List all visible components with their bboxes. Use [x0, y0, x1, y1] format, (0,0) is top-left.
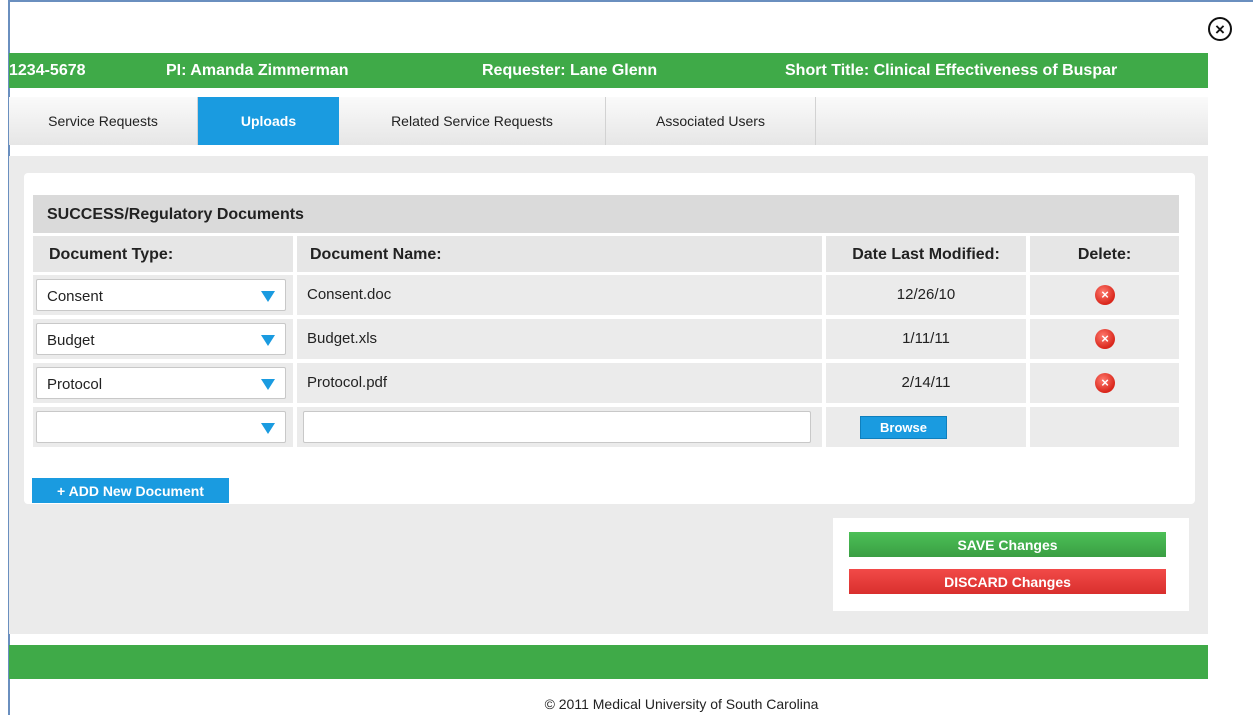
tab-uploads[interactable]: Uploads	[198, 97, 339, 145]
tab-bar: Service Requests Uploads Related Service…	[9, 97, 1208, 145]
column-header-type: Document Type:	[33, 236, 293, 272]
discard-button[interactable]: DISCARD Changes	[849, 569, 1166, 594]
add-document-button[interactable]: + ADD New Document	[32, 478, 229, 503]
column-header-delete: Delete:	[1030, 236, 1179, 272]
select-value: Budget	[47, 332, 95, 349]
select-value: Consent	[47, 288, 103, 305]
actions-card: SAVE Changes DISCARD Changes	[833, 518, 1189, 611]
date-modified: 12/26/10	[896, 286, 956, 303]
document-name: Protocol.pdf	[307, 374, 388, 391]
main-panel: SUCCESS/Regulatory Documents Document Ty…	[9, 156, 1208, 634]
document-type-select[interactable]: Budget	[36, 323, 286, 355]
short-title: Short Title: Clinical Effectiveness of B…	[785, 62, 1118, 79]
pi-name: PI: Amanda Zimmerman	[166, 62, 349, 79]
requester-name: Requester: Lane Glenn	[482, 62, 658, 79]
tab-service-requests[interactable]: Service Requests	[9, 97, 198, 145]
date-modified: 1/11/11	[902, 330, 950, 347]
table-row: Budget Budget.xls 1/11/11 ×	[24, 319, 1195, 359]
document-type-select[interactable]: Protocol	[36, 367, 286, 399]
delete-icon[interactable]: ×	[1095, 373, 1115, 393]
dropdown-arrow-icon	[261, 379, 275, 390]
document-name: Budget.xls	[307, 330, 378, 347]
documents-card: SUCCESS/Regulatory Documents Document Ty…	[24, 173, 1195, 504]
project-id: 1234-5678	[9, 62, 86, 79]
section-title: SUCCESS/Regulatory Documents	[33, 195, 1179, 233]
close-icon[interactable]: ×	[1208, 17, 1232, 41]
delete-icon[interactable]: ×	[1095, 285, 1115, 305]
new-document-type-select[interactable]	[36, 411, 286, 443]
column-header-date: Date Last Modified:	[826, 236, 1026, 272]
footer-bar	[9, 645, 1208, 679]
tab-related-service-requests[interactable]: Related Service Requests	[339, 97, 606, 145]
save-button[interactable]: SAVE Changes	[849, 532, 1166, 557]
document-name: Consent.doc	[307, 286, 392, 303]
new-document-row: Browse	[24, 407, 1195, 447]
document-type-select[interactable]: Consent	[36, 279, 286, 311]
delete-icon[interactable]: ×	[1095, 329, 1115, 349]
document-name-input[interactable]	[303, 411, 811, 443]
table-row: Protocol Protocol.pdf 2/14/11 ×	[24, 363, 1195, 403]
project-header-bar: 1234-5678 PI: Amanda Zimmerman Requester…	[9, 53, 1208, 88]
table-row: Consent Consent.doc 12/26/10 ×	[24, 275, 1195, 315]
dropdown-arrow-icon	[261, 423, 275, 434]
copyright-text: © 2011 Medical University of South Carol…	[544, 696, 819, 712]
browse-button[interactable]: Browse	[860, 416, 947, 439]
select-value: Protocol	[47, 376, 103, 393]
date-modified: 2/14/11	[901, 374, 951, 391]
dropdown-arrow-icon	[261, 291, 275, 302]
column-header-name: Document Name:	[297, 236, 822, 272]
tab-associated-users[interactable]: Associated Users	[606, 97, 816, 145]
dropdown-arrow-icon	[261, 335, 275, 346]
